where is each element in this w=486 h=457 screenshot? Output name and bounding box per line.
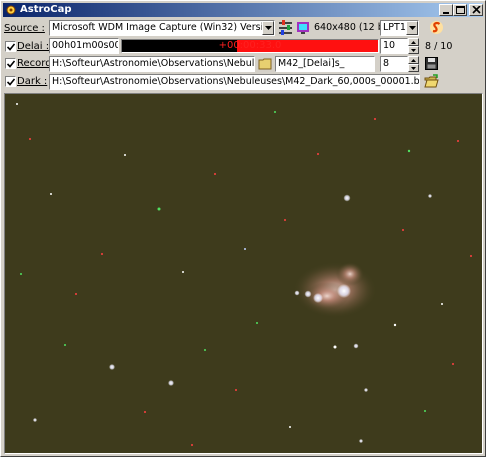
format-icon[interactable]: [296, 20, 311, 35]
source-label: Source :: [4, 23, 45, 34]
spin-down-button[interactable]: [408, 64, 419, 72]
delai-checkbox[interactable]: [5, 41, 16, 52]
record-checkbox[interactable]: [5, 58, 16, 69]
chevron-down-icon: [265, 26, 272, 30]
checkmark-icon: [7, 78, 15, 86]
checkmark-icon: [7, 60, 15, 68]
maximize-icon: [456, 6, 465, 14]
spin-down-icon: [411, 49, 416, 52]
source-device-select[interactable]: Microsoft WDM Image Capture (Win32) Vers…: [49, 20, 275, 36]
spin-down-icon: [411, 67, 416, 70]
title-bar[interactable]: AstroCap: [3, 3, 483, 17]
spin-up-button[interactable]: [408, 56, 419, 64]
record-bits-field[interactable]: 8: [380, 56, 408, 72]
spin-down-button[interactable]: [408, 46, 419, 54]
close-icon: [472, 6, 481, 14]
delai-label: Delai :: [17, 41, 50, 52]
checkmark-icon: [7, 43, 15, 51]
port-select[interactable]: LPT1: [380, 20, 419, 36]
record-bits-spinner[interactable]: [408, 56, 419, 72]
dark-checkbox[interactable]: [5, 76, 16, 87]
settings-icon[interactable]: [278, 20, 293, 35]
save-icon[interactable]: [424, 56, 439, 71]
record-folder-value: H:\Softeur\Astronomie\Observations\Nebul…: [52, 58, 255, 69]
dark-file-field[interactable]: H:\Softeur\Astronomie\Observations\Nebul…: [49, 74, 420, 90]
folder-icon[interactable]: [258, 56, 273, 71]
delai-count-spinner[interactable]: [408, 38, 419, 54]
delai-countdown: +00:00:33.0: [218, 40, 282, 51]
maximize-button[interactable]: [453, 4, 467, 16]
astrocap-window: AstroCap Source : Microsoft WDM Image Ca…: [0, 0, 486, 457]
nebula-image: [5, 94, 482, 453]
record-pattern-value: M42_[Delai]s_: [278, 58, 345, 69]
record-bits-value: 8: [383, 58, 390, 69]
dark-file-value: H:\Softeur\Astronomie\Observations\Nebul…: [52, 76, 420, 87]
delai-count-field[interactable]: 10: [380, 38, 408, 54]
delai-count-value: 10: [383, 40, 396, 51]
spin-up-button[interactable]: [408, 38, 419, 46]
source-device-value: Microsoft WDM Image Capture (Win32) Vers…: [52, 22, 275, 33]
delai-progress-bar: +00:00:33.0: [121, 39, 379, 53]
dark-label: Dark :: [17, 76, 48, 87]
s-logo-icon[interactable]: [429, 20, 444, 35]
close-button[interactable]: [469, 4, 483, 16]
spin-up-icon: [411, 59, 416, 62]
port-value: LPT1: [383, 22, 406, 33]
delai-duration-value: 00h01m00s000ms: [52, 40, 118, 51]
delai-duration-field[interactable]: 00h01m00s000ms: [49, 38, 119, 54]
record-folder-field[interactable]: H:\Softeur\Astronomie\Observations\Nebul…: [49, 56, 255, 72]
source-device-dropdown-button[interactable]: [262, 21, 274, 35]
chevron-down-icon: [409, 26, 416, 30]
delai-progress-count: 8 / 10: [425, 41, 453, 52]
minimize-icon: [443, 12, 449, 14]
port-dropdown-button[interactable]: [406, 21, 418, 35]
spin-up-icon: [411, 41, 416, 44]
camera-image-view[interactable]: [4, 93, 483, 454]
app-icon: [6, 5, 16, 15]
window-title: AstroCap: [20, 4, 72, 15]
open-folder-icon[interactable]: [424, 74, 439, 89]
record-pattern-field[interactable]: M42_[Delai]s_: [275, 56, 375, 72]
minimize-button[interactable]: [439, 4, 453, 16]
